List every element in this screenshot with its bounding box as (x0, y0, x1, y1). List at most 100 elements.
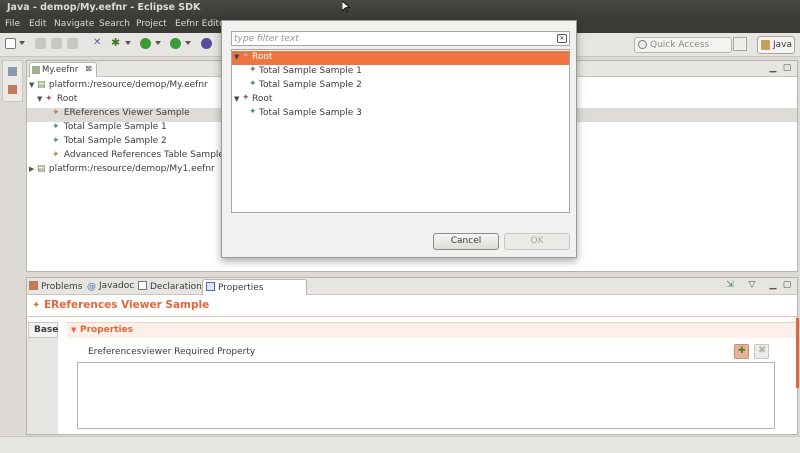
root-icon: ✦ (242, 93, 250, 103)
dialog-tree-item[interactable]: ✦ Total Sample Sample 2 (232, 79, 569, 93)
menu-eefnr-editor[interactable]: Eefnr Edito (175, 19, 225, 29)
tree-item-label: Total Sample Sample 2 (63, 136, 167, 146)
expanded-arrow-icon[interactable]: ▼ (234, 53, 239, 61)
tree-item[interactable]: ▼ ✦ Root (37, 94, 77, 108)
dialog-tree-item-selected[interactable]: ▼ ✦ Root (232, 51, 569, 65)
tree-item[interactable]: ✦ Advanced References Table Sample (52, 150, 224, 164)
expanded-arrow-icon[interactable]: ▼ (71, 326, 76, 334)
tree-item[interactable]: ▶ ▤ platform:/resource/demop/My1.eefnr (29, 164, 215, 178)
tab-column (27, 338, 58, 434)
hierarchy-icon[interactable] (8, 85, 17, 94)
properties-section-header[interactable]: ▼ Properties (67, 322, 797, 338)
menu-project[interactable]: Project (136, 19, 167, 29)
expanded-arrow-icon[interactable]: ▼ (37, 95, 45, 103)
dialog-tree-item[interactable]: ✦ Total Sample Sample 3 (232, 107, 569, 121)
new-icon[interactable] (5, 38, 16, 49)
sample-icon: ✦ (52, 108, 60, 118)
debug-dropdown-icon[interactable] (125, 41, 131, 45)
required-property-list[interactable] (77, 362, 775, 429)
quick-access-placeholder: Quick Access (650, 40, 710, 50)
external-tools-icon[interactable] (170, 38, 181, 49)
mouse-cursor-icon (342, 1, 350, 13)
declaration-icon (138, 281, 147, 290)
tree-item-label: Advanced References Table Sample (63, 150, 224, 160)
close-icon[interactable]: ⊠ (85, 64, 92, 73)
open-perspective-button[interactable] (733, 37, 747, 51)
properties-title: EReferences Viewer Sample (44, 299, 210, 311)
external-tools-dropdown-icon[interactable] (185, 41, 191, 45)
selection-dialog: ✕ ▼ ✦ Root ✦ Total Sample Sample 1 ✦ Tot… (221, 20, 577, 258)
window-title-bar: Java - demop/My.eefnr - Eclipse SDK (0, 0, 800, 17)
tab-label: Problems (41, 282, 83, 292)
dialog-tree-item-label: Total Sample Sample 2 (259, 80, 362, 90)
status-bar (0, 436, 800, 453)
tree-item[interactable]: ▼ ▤ platform:/resource/demop/My.eefnr (29, 80, 208, 94)
vertical-scrollbar[interactable] (796, 318, 799, 388)
toggle-breakpoint-icon[interactable]: ✕ (93, 38, 104, 49)
menu-search[interactable]: Search (99, 19, 130, 29)
menu-navigate[interactable]: Navigate (54, 19, 94, 29)
dialog-tree: ▼ ✦ Root ✦ Total Sample Sample 1 ✦ Total… (231, 49, 570, 213)
debug-icon[interactable]: ✱ (111, 37, 122, 49)
tree-item-label: platform:/resource/demop/My1.eefnr (48, 164, 215, 174)
tab-javadoc[interactable]: @ Javadoc (87, 279, 134, 295)
ok-button[interactable]: OK (504, 233, 570, 250)
add-reference-button[interactable]: ✚ (734, 344, 749, 359)
maximize-icon[interactable]: ▢ (782, 63, 792, 73)
minimize-icon[interactable]: ▁ (768, 63, 778, 73)
print-icon[interactable] (67, 38, 78, 49)
maximize-icon[interactable]: ▢ (782, 280, 792, 290)
tab-label: Properties (218, 283, 264, 293)
dialog-tree-item[interactable]: ✦ Total Sample Sample 1 (232, 65, 569, 79)
search-icon (638, 40, 647, 49)
properties-panel: Problems @ Javadoc Declaration Properties… (26, 277, 799, 435)
tree-item[interactable]: ✦ Total Sample Sample 2 (52, 136, 167, 150)
save-icon[interactable] (35, 38, 46, 49)
sample-icon: ✦ (52, 150, 60, 160)
filter-field[interactable]: ✕ (231, 31, 570, 46)
cancel-button[interactable]: Cancel (433, 233, 499, 250)
dialog-tree-item-label: Root (252, 52, 273, 62)
add-icon: ✚ (738, 346, 746, 356)
javadoc-icon: @ (87, 282, 96, 292)
tab-properties[interactable]: Properties (202, 279, 307, 295)
filter-input[interactable] (234, 32, 552, 45)
expanded-arrow-icon[interactable]: ▼ (234, 95, 239, 103)
root-icon: ✦ (45, 94, 53, 104)
collapsed-arrow-icon[interactable]: ▶ (29, 165, 37, 173)
menu-edit[interactable]: Edit (29, 19, 46, 29)
remove-reference-button[interactable]: ✖ (754, 344, 769, 359)
package-explorer-icon[interactable] (8, 67, 17, 76)
file-icon: ▤ (37, 80, 46, 90)
expanded-arrow-icon[interactable]: ▼ (29, 81, 37, 89)
java-perspective-button[interactable]: Java (757, 36, 795, 54)
tree-item-label: EReferences Viewer Sample (63, 108, 190, 118)
sample-icon: ✦ (52, 136, 60, 146)
save-all-icon[interactable] (51, 38, 62, 49)
sample-icon: ✦ (32, 300, 41, 311)
run-icon[interactable] (140, 38, 151, 49)
run-dropdown-icon[interactable] (155, 41, 161, 45)
tree-item-label: Total Sample Sample 1 (63, 122, 167, 132)
sample-icon: ✦ (249, 79, 257, 89)
dialog-tree-item[interactable]: ▼ ✦ Root (232, 93, 569, 107)
file-icon: ▤ (37, 164, 46, 174)
quick-access-field[interactable]: Quick Access (634, 37, 732, 53)
view-menu-icon[interactable]: ▽ (747, 280, 757, 290)
pin-icon[interactable]: ⇲ (725, 280, 735, 290)
tab-base[interactable]: Base (28, 322, 58, 338)
required-property-label: Ereferencesviewer Required Property (88, 347, 256, 357)
menu-file[interactable]: File (5, 19, 20, 29)
new-java-project-icon[interactable] (201, 38, 212, 49)
tab-declaration[interactable]: Declaration (138, 279, 202, 295)
remove-icon: ✖ (758, 345, 767, 356)
tree-item[interactable]: ✦ Total Sample Sample 1 (52, 122, 167, 136)
minimize-icon[interactable]: ▁ (768, 280, 778, 290)
clear-filter-icon[interactable]: ✕ (557, 34, 567, 43)
editor-tab-my-eefnr[interactable]: My.eefnr ⊠ (29, 62, 97, 77)
new-dropdown-icon[interactable] (19, 41, 25, 45)
window-title: Java - demop/My.eefnr - Eclipse SDK (7, 2, 201, 13)
sample-icon: ✦ (52, 122, 60, 132)
properties-icon (206, 282, 215, 291)
tab-problems[interactable]: Problems (29, 279, 82, 295)
